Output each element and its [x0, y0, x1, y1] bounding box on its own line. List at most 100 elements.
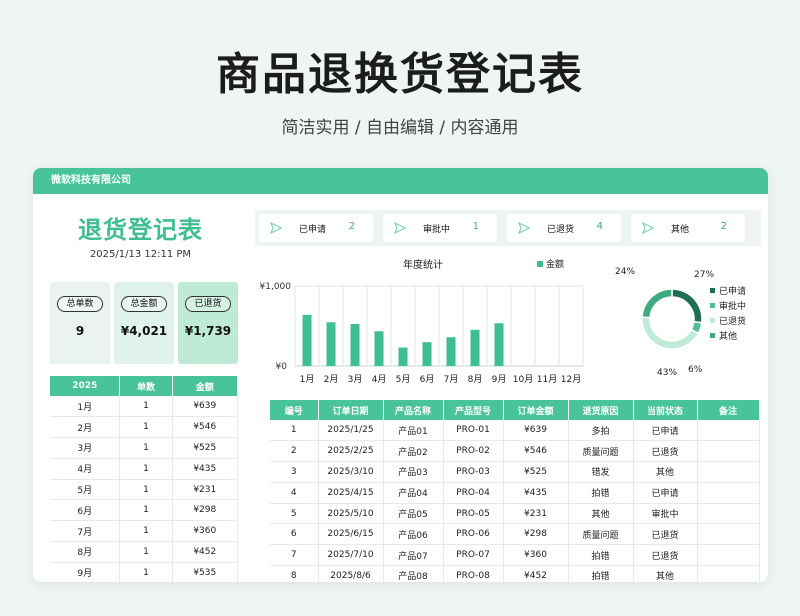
table-cell[interactable]: 1 [119, 520, 173, 543]
table-cell[interactable]: 2025/5/10 [318, 503, 384, 525]
table-cell[interactable] [697, 482, 760, 504]
table-cell[interactable]: 1 [119, 416, 173, 439]
table-cell[interactable]: 1 [119, 541, 173, 563]
table-cell[interactable]: 拍错 [568, 544, 634, 567]
table-cell[interactable]: 8月 [50, 541, 121, 563]
table-cell[interactable]: 2025/8/6 [318, 565, 384, 582]
bar[interactable] [422, 342, 432, 366]
table-cell[interactable]: 1 [119, 458, 173, 480]
table-cell[interactable]: 1月 [50, 396, 121, 418]
status-card[interactable]: 已申请 2 [259, 214, 373, 242]
table-cell[interactable]: 6 [270, 523, 319, 546]
table-cell[interactable]: 多拍 [568, 420, 634, 442]
status-card[interactable]: 审批中 1 [383, 214, 497, 242]
table-cell[interactable]: ¥546 [503, 440, 569, 463]
table-cell[interactable]: 1 [119, 479, 173, 501]
table-cell[interactable] [697, 544, 760, 567]
table-cell[interactable]: 质量问题 [568, 523, 634, 546]
table-cell[interactable] [697, 523, 760, 546]
table-cell[interactable]: ¥360 [172, 520, 239, 543]
table-cell[interactable]: 产品08 [383, 565, 444, 582]
table-cell[interactable]: 5 [270, 503, 319, 525]
table-cell[interactable]: 产品06 [383, 523, 444, 546]
table-cell[interactable]: ¥435 [172, 458, 239, 480]
table-cell[interactable]: ¥639 [172, 396, 239, 418]
table-cell[interactable]: 1 [119, 499, 173, 522]
table-cell[interactable]: PRO-05 [443, 503, 504, 525]
table-cell[interactable]: 质量问题 [568, 440, 634, 463]
table-cell[interactable]: 2025/7/10 [318, 544, 384, 567]
table-cell[interactable]: 产品05 [383, 503, 444, 525]
table-cell[interactable]: ¥231 [172, 479, 239, 501]
table-cell[interactable]: ¥525 [172, 437, 239, 459]
bar[interactable] [350, 324, 360, 366]
table-cell[interactable]: ¥231 [503, 503, 569, 525]
table-cell[interactable]: ¥298 [503, 523, 569, 546]
donut-slice[interactable] [671, 288, 703, 324]
table-cell[interactable]: ¥535 [172, 562, 239, 582]
bar[interactable] [470, 329, 480, 366]
table-cell[interactable] [697, 461, 760, 483]
bar[interactable] [374, 331, 384, 366]
table-cell[interactable]: 其他 [633, 565, 698, 582]
table-cell[interactable]: ¥435 [503, 482, 569, 504]
table-cell[interactable]: 其他 [633, 461, 698, 483]
table-cell[interactable]: PRO-01 [443, 420, 504, 442]
table-cell[interactable]: 已申请 [633, 420, 698, 442]
table-cell[interactable]: 已申请 [633, 482, 698, 504]
table-cell[interactable]: 2 [270, 440, 319, 463]
table-cell[interactable]: 5月 [50, 479, 121, 501]
status-card[interactable]: 已退货 4 [507, 214, 621, 242]
table-cell[interactable]: 2025/2/25 [318, 440, 384, 463]
table-cell[interactable]: 4月 [50, 458, 121, 480]
bar[interactable] [326, 322, 336, 366]
table-cell[interactable]: 8 [270, 565, 319, 582]
table-cell[interactable]: 7 [270, 544, 319, 567]
table-cell[interactable]: ¥452 [172, 541, 239, 563]
table-cell[interactable]: 9月 [50, 562, 121, 582]
table-cell[interactable] [697, 440, 760, 463]
table-cell[interactable]: 3月 [50, 437, 121, 459]
bar[interactable] [302, 314, 312, 366]
table-cell[interactable] [697, 420, 760, 442]
table-cell[interactable]: 4 [270, 482, 319, 504]
table-cell[interactable]: ¥360 [503, 544, 569, 567]
donut-slice[interactable] [641, 316, 700, 350]
table-cell[interactable]: 已退货 [633, 440, 698, 463]
status-card[interactable]: 其他 2 [631, 214, 745, 242]
table-cell[interactable]: 2025/1/25 [318, 420, 384, 442]
table-cell[interactable]: 错发 [568, 461, 634, 483]
table-cell[interactable]: 审批中 [633, 503, 698, 525]
table-cell[interactable]: ¥546 [172, 416, 239, 439]
table-cell[interactable]: 产品04 [383, 482, 444, 504]
table-cell[interactable]: PRO-08 [443, 565, 504, 582]
table-cell[interactable]: 1 [119, 396, 173, 418]
table-cell[interactable]: 拍错 [568, 565, 634, 582]
table-cell[interactable]: 6月 [50, 499, 121, 522]
table-cell[interactable]: ¥525 [503, 461, 569, 483]
table-cell[interactable]: ¥298 [172, 499, 239, 522]
table-cell[interactable]: 已退货 [633, 544, 698, 567]
table-cell[interactable]: 产品02 [383, 440, 444, 463]
table-cell[interactable]: ¥452 [503, 565, 569, 582]
table-cell[interactable]: ¥639 [503, 420, 569, 442]
table-cell[interactable]: PRO-07 [443, 544, 504, 567]
table-cell[interactable] [697, 565, 760, 582]
table-cell[interactable]: 1 [119, 437, 173, 459]
table-cell[interactable]: 3 [270, 461, 319, 483]
table-cell[interactable] [697, 503, 760, 525]
table-cell[interactable]: 产品03 [383, 461, 444, 483]
table-cell[interactable]: 1 [270, 420, 319, 442]
table-cell[interactable]: 2025/4/15 [318, 482, 384, 504]
table-cell[interactable]: 拍错 [568, 482, 634, 504]
table-cell[interactable]: 产品01 [383, 420, 444, 442]
table-cell[interactable]: 2025/3/10 [318, 461, 384, 483]
bar[interactable] [494, 323, 504, 366]
table-cell[interactable]: 产品07 [383, 544, 444, 567]
table-cell[interactable]: 已退货 [633, 523, 698, 546]
table-cell[interactable]: PRO-06 [443, 523, 504, 546]
bar[interactable] [398, 347, 408, 366]
donut-slice[interactable] [641, 288, 673, 319]
table-cell[interactable]: 7月 [50, 520, 121, 543]
table-cell[interactable]: PRO-02 [443, 440, 504, 463]
